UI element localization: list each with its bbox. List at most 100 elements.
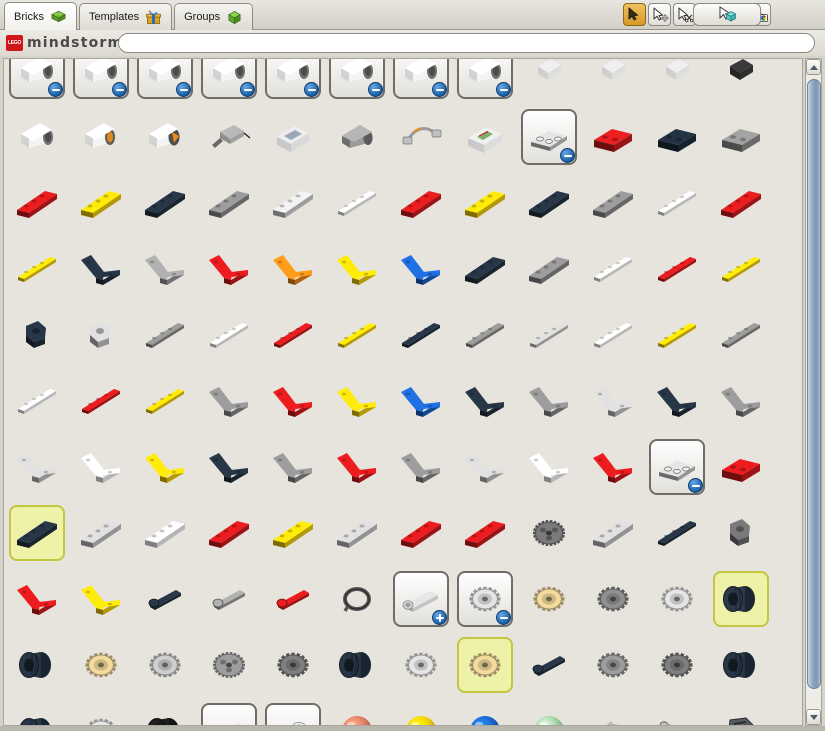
part-cell[interactable] — [73, 109, 129, 165]
part-cell[interactable] — [585, 637, 641, 693]
part-cell[interactable] — [457, 59, 513, 99]
part-cell[interactable] — [9, 373, 65, 429]
scroll-down-button[interactable] — [806, 709, 821, 725]
part-cell[interactable] — [73, 505, 129, 561]
part-cell[interactable] — [265, 109, 321, 165]
part-cell[interactable] — [585, 373, 641, 429]
part-cell[interactable] — [521, 307, 577, 363]
part-cell[interactable] — [393, 307, 449, 363]
part-cell[interactable] — [457, 241, 513, 297]
remove-part-badge-icon[interactable] — [560, 148, 575, 163]
part-cell[interactable] — [137, 307, 193, 363]
part-cell[interactable] — [585, 505, 641, 561]
remove-part-badge-icon[interactable] — [432, 82, 447, 97]
remove-part-badge-icon[interactable] — [240, 82, 255, 97]
part-cell[interactable] — [329, 307, 385, 363]
part-cell[interactable] — [201, 307, 257, 363]
part-cell[interactable] — [649, 637, 705, 693]
part-cell[interactable] — [521, 175, 577, 231]
part-cell[interactable] — [329, 373, 385, 429]
part-cell[interactable] — [9, 703, 65, 725]
part-cell[interactable] — [201, 373, 257, 429]
part-cell[interactable] — [73, 59, 129, 99]
tool-select-button[interactable] — [623, 3, 646, 26]
part-cell[interactable] — [393, 571, 449, 627]
part-cell[interactable] — [521, 505, 577, 561]
part-cell[interactable] — [73, 571, 129, 627]
part-cell[interactable] — [137, 505, 193, 561]
remove-part-badge-icon[interactable] — [304, 82, 319, 97]
part-cell[interactable] — [9, 637, 65, 693]
part-cell[interactable] — [201, 175, 257, 231]
part-cell[interactable] — [201, 571, 257, 627]
part-cell[interactable] — [713, 59, 769, 99]
part-cell[interactable] — [137, 571, 193, 627]
part-cell[interactable] — [9, 505, 65, 561]
tab-templates[interactable]: Templates — [78, 3, 173, 30]
part-cell[interactable] — [73, 439, 129, 495]
part-cell[interactable] — [201, 703, 257, 725]
part-cell[interactable] — [9, 241, 65, 297]
part-cell[interactable] — [265, 175, 321, 231]
part-cell[interactable] — [9, 109, 65, 165]
part-cell[interactable] — [649, 307, 705, 363]
part-cell[interactable] — [393, 505, 449, 561]
part-cell[interactable] — [585, 59, 641, 99]
part-cell[interactable] — [649, 439, 705, 495]
part-cell[interactable] — [201, 505, 257, 561]
part-cell[interactable] — [393, 175, 449, 231]
part-cell[interactable] — [649, 703, 705, 725]
part-cell[interactable] — [713, 637, 769, 693]
part-cell[interactable] — [713, 109, 769, 165]
part-cell[interactable] — [457, 505, 513, 561]
hinge-tool-button[interactable] — [693, 3, 761, 26]
remove-part-badge-icon[interactable] — [112, 82, 127, 97]
part-cell[interactable] — [713, 439, 769, 495]
part-cell[interactable] — [649, 505, 705, 561]
part-cell[interactable] — [73, 373, 129, 429]
part-cell[interactable] — [329, 637, 385, 693]
part-cell[interactable] — [713, 373, 769, 429]
part-cell[interactable] — [457, 109, 513, 165]
part-cell[interactable] — [713, 703, 769, 725]
part-cell[interactable] — [9, 175, 65, 231]
add-part-badge-icon[interactable] — [432, 610, 447, 625]
part-cell[interactable] — [585, 439, 641, 495]
part-cell[interactable] — [73, 637, 129, 693]
part-cell[interactable] — [393, 373, 449, 429]
part-cell[interactable] — [585, 571, 641, 627]
part-cell[interactable] — [201, 241, 257, 297]
part-cell[interactable] — [73, 241, 129, 297]
part-cell[interactable] — [137, 175, 193, 231]
remove-part-badge-icon[interactable] — [688, 478, 703, 493]
remove-part-badge-icon[interactable] — [496, 610, 511, 625]
part-cell[interactable] — [457, 703, 513, 725]
part-cell[interactable] — [393, 637, 449, 693]
part-cell[interactable] — [713, 307, 769, 363]
part-cell[interactable] — [713, 505, 769, 561]
part-cell[interactable] — [649, 373, 705, 429]
part-cell[interactable] — [265, 373, 321, 429]
part-cell[interactable] — [137, 703, 193, 725]
part-cell[interactable] — [265, 703, 321, 725]
part-cell[interactable] — [137, 59, 193, 99]
part-cell[interactable] — [137, 241, 193, 297]
part-cell[interactable] — [265, 241, 321, 297]
part-cell[interactable] — [137, 109, 193, 165]
part-cell[interactable] — [393, 241, 449, 297]
part-cell[interactable] — [457, 637, 513, 693]
part-cell[interactable] — [329, 109, 385, 165]
part-cell[interactable] — [265, 59, 321, 99]
part-cell[interactable] — [585, 307, 641, 363]
part-cell[interactable] — [265, 637, 321, 693]
tool-clone-button[interactable] — [648, 3, 671, 26]
part-cell[interactable] — [521, 439, 577, 495]
part-cell[interactable] — [713, 241, 769, 297]
part-cell[interactable] — [329, 241, 385, 297]
remove-part-badge-icon[interactable] — [368, 82, 383, 97]
part-cell[interactable] — [9, 59, 65, 99]
part-cell[interactable] — [585, 109, 641, 165]
part-cell[interactable] — [329, 505, 385, 561]
part-cell[interactable] — [393, 439, 449, 495]
remove-part-badge-icon[interactable] — [48, 82, 63, 97]
